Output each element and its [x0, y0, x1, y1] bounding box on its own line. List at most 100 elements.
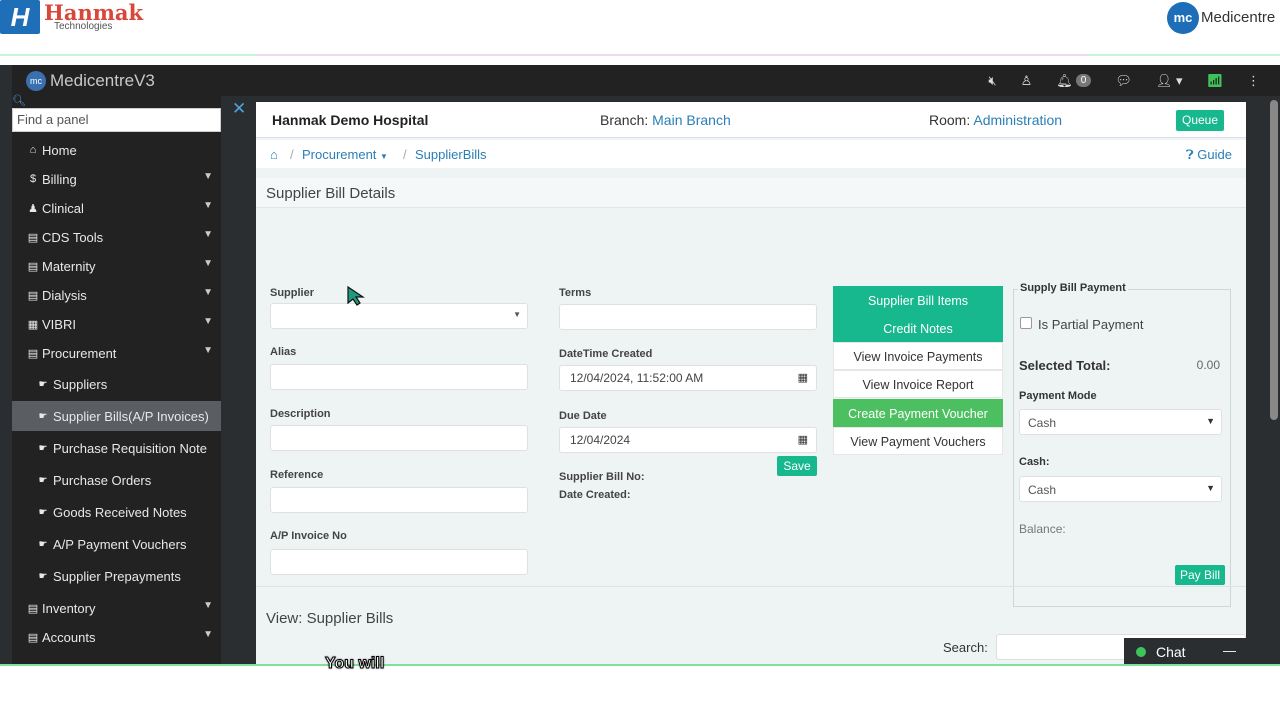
banner-divider — [0, 54, 1280, 56]
queue-button[interactable]: Queue — [1176, 110, 1225, 131]
notification-badge: 0 — [1075, 74, 1092, 87]
chevron-down-icon: ▼ — [1206, 416, 1215, 426]
balance-label: Balance: — [1019, 522, 1066, 536]
branch-link[interactable]: Main Branch — [652, 112, 731, 128]
calendar-icon[interactable]: ▦ — [798, 371, 808, 384]
sidebar-item-home[interactable]: ⌂ Home — [12, 136, 221, 164]
scrollbar[interactable] — [1268, 96, 1280, 665]
bill-no-label: Supplier Bill No: — [559, 471, 645, 483]
user-md-icon: ♟ — [28, 202, 38, 215]
pay-bill-button[interactable]: Pay Bill — [1175, 565, 1225, 585]
sidebar-item-accounts[interactable]: ▤ Accounts ▼ — [12, 623, 221, 651]
save-button[interactable]: Save — [777, 456, 817, 476]
book-icon: ▤ — [27, 631, 39, 644]
user-menu-icon[interactable]: 👤︎ ▾ — [1156, 73, 1183, 89]
hospital-name: Hanmak Demo Hospital — [272, 112, 429, 128]
sidebar-item-cds-tools[interactable]: ▤ CDS Tools ▼ — [12, 223, 221, 251]
partial-payment-label: Is Partial Payment — [1038, 317, 1144, 332]
ap-invoice-label: A/P Invoice No — [270, 530, 347, 542]
breadcrumb: ⌂ / Procurement ▼ / SupplierBills ❓︎ Gui… — [256, 140, 1246, 168]
sidebar-item-procurement[interactable]: ▤ Procurement ▼ — [12, 339, 221, 367]
search-icon: 🔍︎ — [12, 95, 26, 107]
terms-input[interactable] — [559, 304, 817, 330]
payment-legend: Supply Bill Payment — [1018, 282, 1128, 294]
sidebar-item-maternity[interactable]: ▤ Maternity ▼ — [12, 252, 221, 280]
sidebar-item-dialysis[interactable]: ▤ Dialysis ▼ — [12, 281, 221, 309]
video-caption: You will — [324, 655, 385, 673]
hand-point-icon: ☛ — [38, 410, 48, 422]
chevron-down-icon: ▼ — [203, 171, 213, 182]
chat-icon[interactable]: 💬︎ — [1115, 73, 1132, 89]
user-queue-icon[interactable]: ♙ — [1021, 73, 1033, 89]
sidebar-item-billing[interactable]: $ Billing ▼ — [12, 165, 221, 193]
tab-create-payment-voucher[interactable]: Create Payment Voucher — [833, 399, 1003, 427]
home-icon: ⌂ — [29, 144, 37, 156]
datetime-created-label: DateTime Created — [559, 348, 653, 360]
panel-search-input[interactable]: Find a panel — [12, 108, 221, 132]
more-vertical-icon[interactable]: ⋮ — [1247, 73, 1260, 89]
alias-input[interactable] — [270, 364, 528, 390]
chevron-down-icon: ▼ — [203, 345, 213, 356]
book-icon: ▤ — [27, 289, 39, 302]
chevron-down-icon: ▼ — [203, 200, 213, 211]
ap-invoice-input[interactable] — [270, 549, 528, 575]
payment-mode-select[interactable]: Cash ▼ — [1019, 409, 1222, 435]
scrollbar-thumb[interactable] — [1270, 100, 1278, 420]
minimize-icon[interactable]: — — [1223, 643, 1236, 658]
breadcrumb-procurement[interactable]: Procurement ▼ — [302, 147, 388, 162]
chevron-down-icon: ▼ — [203, 629, 213, 640]
sidebar-sub-suppliers[interactable]: ☛ Suppliers — [12, 369, 221, 399]
book-icon: ▤ — [27, 602, 39, 615]
chevron-down-icon: ▼ — [203, 316, 213, 327]
due-date-label: Due Date — [559, 410, 607, 422]
close-sidebar-icon[interactable]: ✕ — [232, 99, 246, 119]
hand-point-icon: ☛ — [38, 442, 48, 454]
chat-widget[interactable]: Chat — — [1124, 638, 1250, 665]
description-input[interactable] — [270, 425, 528, 451]
sidebar-item-clinical[interactable]: ♟ Clinical ▼ — [12, 194, 221, 222]
sidebar-item-vibri[interactable]: ▦ VIBRI ▼ — [12, 310, 221, 338]
payment-mode-label: Payment Mode — [1019, 390, 1097, 402]
mouse-cursor-icon — [347, 285, 365, 306]
mute-icon[interactable]: 🔇︎ — [988, 73, 996, 89]
sidebar-sub-supplier-prepayments[interactable]: ☛ Supplier Prepayments — [12, 561, 221, 591]
due-date-input[interactable]: 12/04/2024 ▦ — [559, 427, 817, 453]
wifi-icon: 📶︎ — [1206, 72, 1223, 88]
supplier-select[interactable]: ▼ — [270, 303, 528, 329]
calendar-icon[interactable]: ▦ — [798, 433, 808, 446]
reference-input[interactable] — [270, 487, 528, 513]
tab-view-invoice-report[interactable]: View Invoice Report — [833, 370, 1003, 398]
guide-link[interactable]: ❓︎ Guide — [1186, 147, 1232, 163]
hand-point-icon: ☛ — [38, 378, 48, 390]
hand-point-icon: ☛ — [38, 570, 48, 582]
tab-supplier-bill-items[interactable]: Supplier Bill Items — [833, 286, 1003, 314]
tab-view-payment-vouchers[interactable]: View Payment Vouchers — [833, 427, 1003, 455]
breadcrumb-current[interactable]: SupplierBills — [415, 147, 487, 162]
hand-point-icon: ☛ — [38, 474, 48, 486]
room-link[interactable]: Administration — [973, 112, 1062, 128]
bell-icon[interactable]: 🔔︎ 0 — [1056, 73, 1092, 89]
app-title[interactable]: MedicentreV3 — [50, 71, 155, 91]
tab-credit-notes[interactable]: Credit Notes — [833, 314, 1003, 342]
sidebar-sub-goods-received[interactable]: ☛ Goods Received Notes — [12, 497, 221, 527]
caret-down-icon: ▼ — [380, 152, 388, 161]
partial-payment-checkbox[interactable] — [1020, 317, 1032, 329]
chevron-down-icon: ▼ — [203, 600, 213, 611]
form-title: Supplier Bill Details — [256, 178, 1246, 208]
sidebar-sub-purchase-orders[interactable]: ☛ Purchase Orders — [12, 465, 221, 495]
sidebar-sub-ap-payment-vouchers[interactable]: ☛ A/P Payment Vouchers — [12, 529, 221, 559]
sidebar-item-inventory[interactable]: ▤ Inventory ▼ — [12, 594, 221, 622]
partner-name: Medicentre — [1201, 9, 1276, 26]
book-icon: ▤ — [27, 231, 39, 244]
sidebar-sub-purchase-requisition[interactable]: ☛ Purchase Requisition Note — [12, 433, 221, 463]
datetime-created-input[interactable]: 12/04/2024, 11:52:00 AM ▦ — [559, 365, 817, 391]
tab-view-invoice-payments[interactable]: View Invoice Payments — [833, 342, 1003, 370]
date-created-label: Date Created: — [559, 489, 631, 501]
question-circle-icon: ❓︎ — [1185, 147, 1194, 162]
app-logo-icon: mc — [26, 70, 46, 91]
home-icon[interactable]: ⌂ — [270, 147, 278, 162]
dollar-icon: $ — [29, 173, 37, 185]
sidebar-sub-supplier-bills[interactable]: ☛ Supplier Bills(A/P Invoices) — [12, 401, 221, 431]
view-supplier-bills-title: View: Supplier Bills — [266, 610, 394, 627]
cash-select[interactable]: Cash ▼ — [1019, 476, 1222, 502]
